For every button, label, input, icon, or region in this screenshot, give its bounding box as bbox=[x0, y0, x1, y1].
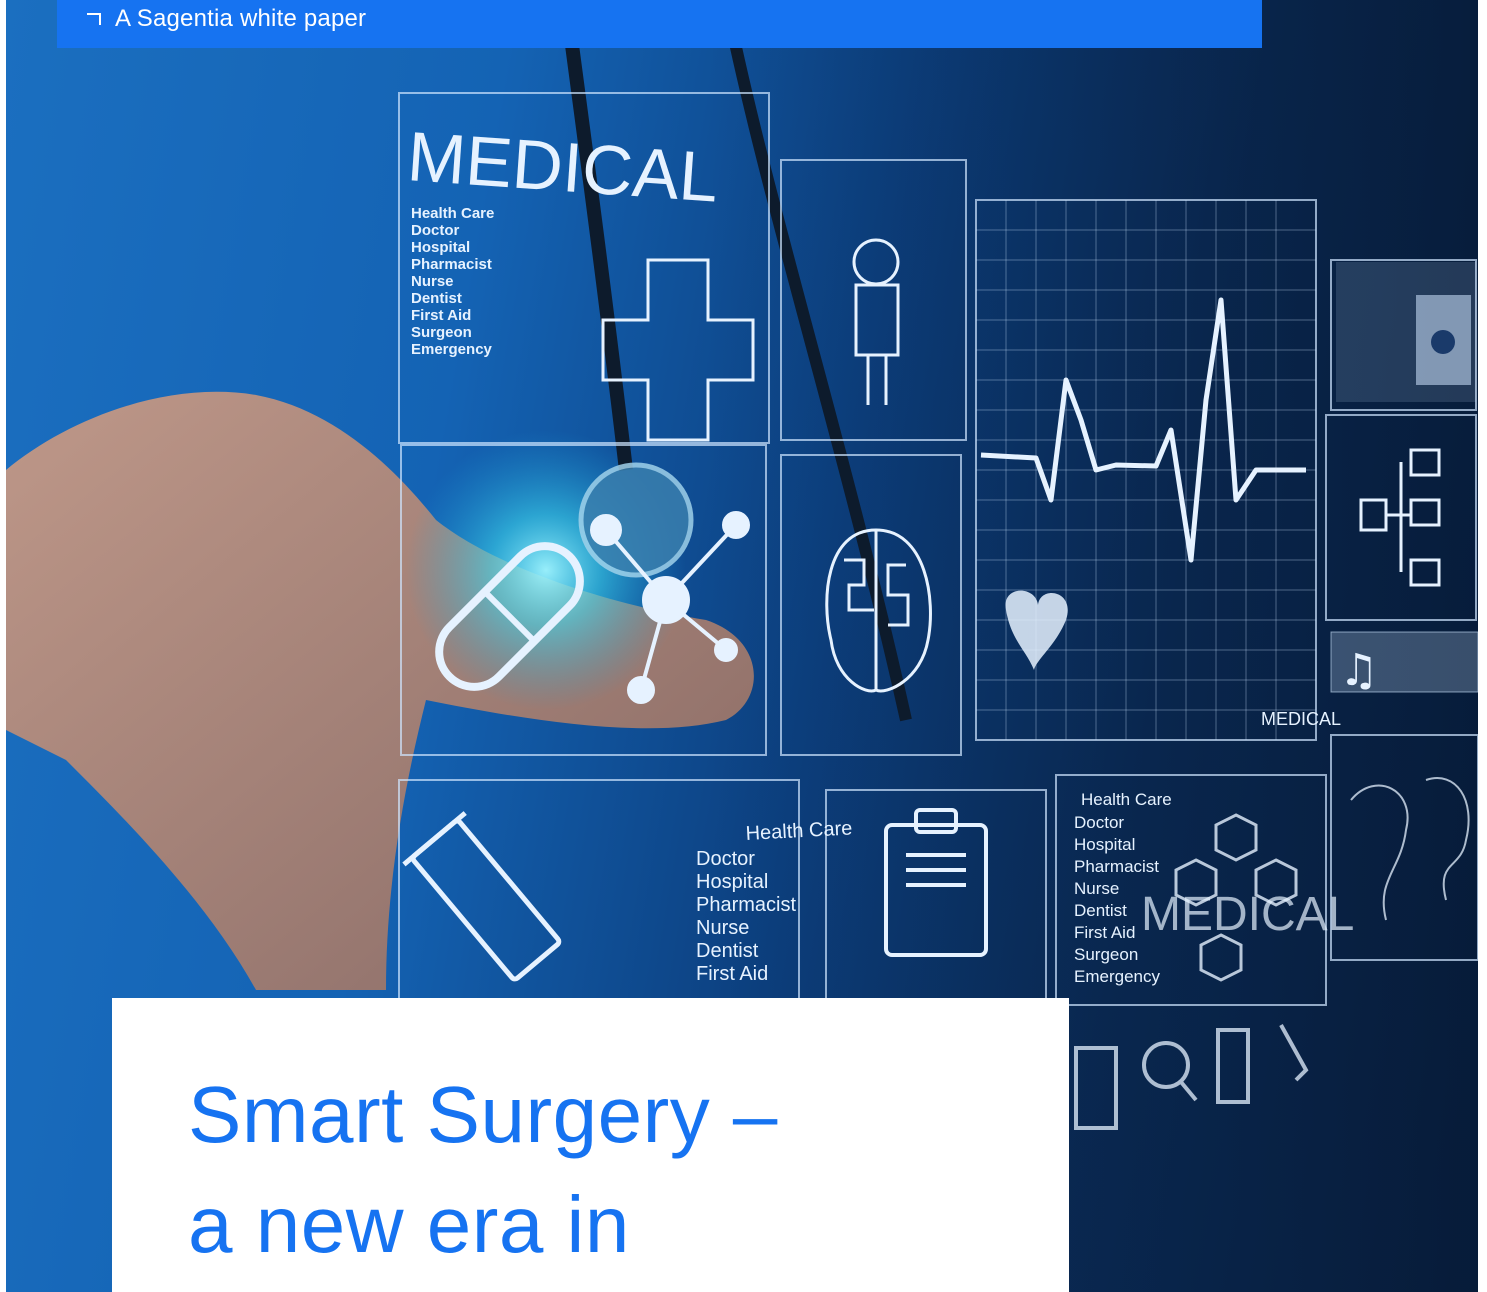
list-item: Pharmacist bbox=[411, 256, 492, 273]
banner-text: A Sagentia white paper bbox=[115, 5, 367, 32]
list-item: Dentist bbox=[696, 940, 759, 962]
cover-page: ♫ MEDICAL Health Care MEDICAL Health Car… bbox=[0, 0, 1487, 1292]
title-line-1: Smart Surgery – bbox=[188, 1070, 778, 1159]
title-line-2: a new era in bbox=[188, 1180, 630, 1269]
list-item: Nurse bbox=[696, 917, 750, 939]
list-item: Doctor bbox=[696, 848, 755, 870]
list-item: Hospital bbox=[1074, 835, 1136, 854]
list-item: Doctor bbox=[411, 222, 460, 239]
medical-list-left: Health Care Doctor Hospital Pharmacist N… bbox=[411, 205, 494, 358]
list-item: Dentist bbox=[1074, 901, 1127, 920]
list-item: First Aid bbox=[696, 963, 769, 985]
list-item: Hospital bbox=[411, 239, 471, 256]
list-item: Pharmacist bbox=[696, 894, 797, 916]
list-item: Surgeon bbox=[1074, 945, 1139, 964]
ecg-panel-label: MEDICAL bbox=[1261, 709, 1341, 729]
test-tube-icon bbox=[402, 811, 562, 982]
medical-watermark: MEDICAL bbox=[1141, 888, 1354, 941]
stethoscope-tube bbox=[559, 0, 633, 471]
list-item: Dentist bbox=[411, 290, 462, 307]
title-card: Smart Surgery – a new era in bbox=[112, 998, 1069, 1292]
list-item: Emergency bbox=[411, 341, 492, 358]
list-item: First Aid bbox=[1074, 923, 1136, 942]
music-note-icon: ♫ bbox=[1339, 645, 1378, 696]
medical-panel-title: MEDICAL bbox=[405, 117, 721, 217]
medical-list-bottom-center: Doctor Hospital Pharmacist Nurse Dentist… bbox=[696, 848, 796, 986]
whitepaper-banner: A Sagentia white paper bbox=[57, 0, 1262, 48]
list-item: Health Care bbox=[411, 205, 495, 222]
list-item: First Aid bbox=[411, 307, 472, 324]
document-title: Smart Surgery – a new era in bbox=[188, 1060, 778, 1280]
medical-list-right: Doctor Hospital Pharmacist Nurse Dentist… bbox=[1074, 812, 1160, 988]
list-item: Pharmacist bbox=[1074, 857, 1160, 876]
list-item: Surgeon bbox=[411, 324, 472, 341]
list-item: Hospital bbox=[696, 871, 769, 893]
medical-list-right-1: Health Care bbox=[1081, 790, 1172, 809]
list-item: Nurse bbox=[1074, 879, 1120, 898]
corner-bracket-icon bbox=[87, 13, 103, 27]
profile-icon bbox=[1431, 330, 1455, 354]
list-item: Nurse bbox=[411, 273, 454, 290]
list-item: Doctor bbox=[1074, 813, 1125, 832]
list-item: Emergency bbox=[1074, 967, 1160, 986]
